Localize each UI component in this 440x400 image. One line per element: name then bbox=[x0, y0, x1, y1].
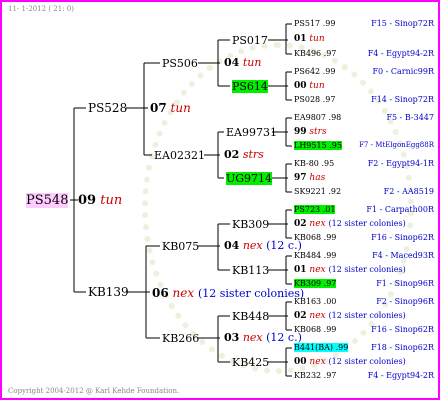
gen2-year-name-1: 04 tun bbox=[224, 56, 262, 69]
gen4-year-name: 01 nex (12 sister colonies) bbox=[294, 265, 406, 275]
dam-line-queen[interactable]: KB139 bbox=[88, 286, 129, 298]
gen4-note: F2 - Sinop96R bbox=[376, 297, 434, 306]
copyright: Copyright 2004-2012 @ Karl Kehde Foundat… bbox=[8, 387, 180, 395]
gen4-queen[interactable]: SK9221 .92 bbox=[294, 188, 341, 196]
gen2-year-name-4: 03 nex (12 c.) bbox=[224, 331, 302, 344]
root-year-name: 09 tun bbox=[78, 193, 123, 208]
gen4-note: F4 - Egypt94-2R bbox=[367, 49, 434, 58]
gen4-note: F16 - Sinop62R bbox=[371, 325, 434, 334]
gen3-queen-1[interactable]: PS017 bbox=[232, 35, 268, 46]
root-queen[interactable]: PS548 bbox=[26, 193, 69, 208]
gen3-queen-2[interactable]: PS614 bbox=[232, 80, 268, 93]
gen4-queen[interactable]: LH9515 .95 bbox=[294, 141, 342, 150]
gen4-queen[interactable]: PS642 .99 bbox=[294, 68, 335, 76]
gen4-queen[interactable]: KB-80 .95 bbox=[294, 160, 334, 168]
timestamp: 11- 1-2012 ( 21: 0) bbox=[8, 5, 74, 13]
gen4-year-name: 00 tun bbox=[294, 81, 325, 91]
gen4-queen[interactable]: KB309 .97 bbox=[294, 279, 337, 288]
gen4-queen[interactable]: KB068 .99 bbox=[294, 234, 336, 242]
gen2-year-name-3: 04 nex (12 c.) bbox=[224, 239, 302, 252]
gen4-queen[interactable]: PS028 .97 bbox=[294, 96, 335, 104]
gen4-note: F5 - B-3447 bbox=[386, 113, 434, 122]
sire-line-year-name: 07 tun bbox=[150, 101, 191, 115]
gen4-queen[interactable]: KB163 .00 bbox=[294, 298, 336, 306]
gen2-queen-4[interactable]: KB266 bbox=[162, 333, 199, 344]
gen4-note: F18 - Sinop62R bbox=[371, 343, 434, 352]
gen4-queen[interactable]: KB496 .97 bbox=[294, 50, 336, 58]
gen4-year-name: 02 nex (12 sister colonies) bbox=[294, 311, 406, 321]
gen4-note: F2 - Egypt94-1R bbox=[367, 159, 434, 168]
gen4-note: F4 - Maced93R bbox=[372, 251, 434, 260]
gen3-queen-6[interactable]: KB113 bbox=[232, 265, 269, 276]
root-id[interactable]: PS548 bbox=[26, 193, 69, 208]
gen4-queen[interactable]: KB484 .99 bbox=[294, 252, 336, 260]
gen4-note: F16 - Sinop62R bbox=[371, 233, 434, 242]
gen2-queen-2[interactable]: EA02321 bbox=[154, 150, 205, 161]
gen2-year-name-2: 02 strs bbox=[224, 148, 264, 161]
gen4-queen[interactable]: KB068 .99 bbox=[294, 326, 336, 334]
gen3-queen-5[interactable]: KB309 bbox=[232, 219, 269, 230]
gen4-year-name: 02 nex (12 sister colonies) bbox=[294, 219, 406, 229]
gen4-queen[interactable]: KB232 .97 bbox=[294, 372, 336, 380]
gen4-note: F1 - Sinop96R bbox=[376, 279, 434, 288]
gen4-note: F15 - Sinop72R bbox=[371, 19, 434, 28]
gen3-queen-4[interactable]: UG9714 bbox=[226, 172, 273, 185]
gen4-queen[interactable]: PS723 .01 bbox=[294, 205, 336, 214]
gen2-queen-1[interactable]: PS506 bbox=[162, 58, 198, 69]
gen4-note: F0 - Carnic99R bbox=[372, 67, 434, 76]
gen4-note: F1 - Carpath00R bbox=[366, 205, 434, 214]
gen4-year-name: 01 tun bbox=[294, 34, 325, 44]
gen4-note: F2 - AA8519 bbox=[383, 187, 434, 196]
gen3-queen-7[interactable]: KB448 bbox=[232, 311, 269, 322]
gen4-note: F14 - Sinop72R bbox=[371, 95, 434, 104]
gen4-year-name: 99 strs bbox=[294, 127, 327, 137]
gen4-year-name: 97 has bbox=[294, 173, 326, 183]
gen4-queen[interactable]: B441(BA) .99 bbox=[294, 343, 349, 352]
dam-line-year-name: 06 nex (12 sister colonies) bbox=[152, 286, 305, 300]
gen4-queen[interactable]: EA9807 .98 bbox=[294, 114, 341, 122]
pedigree-frame: 11- 1-2012 ( 21: 0) Copyright 2004-2012 … bbox=[0, 0, 440, 400]
gen4-note: F4 - Egypt94-2R bbox=[367, 371, 434, 380]
gen4-year-name: 00 nex (12 sister colonies) bbox=[294, 357, 406, 367]
sire-line-queen[interactable]: PS528 bbox=[88, 102, 127, 114]
gen3-queen-3[interactable]: EA99731 bbox=[226, 127, 277, 138]
gen4-queen[interactable]: PS517 .99 bbox=[294, 20, 335, 28]
gen4-note: F7 - MtElgonEgg88R bbox=[359, 141, 434, 149]
gen2-queen-3[interactable]: KB075 bbox=[162, 241, 199, 252]
gen3-queen-8[interactable]: KB425 bbox=[232, 357, 269, 368]
